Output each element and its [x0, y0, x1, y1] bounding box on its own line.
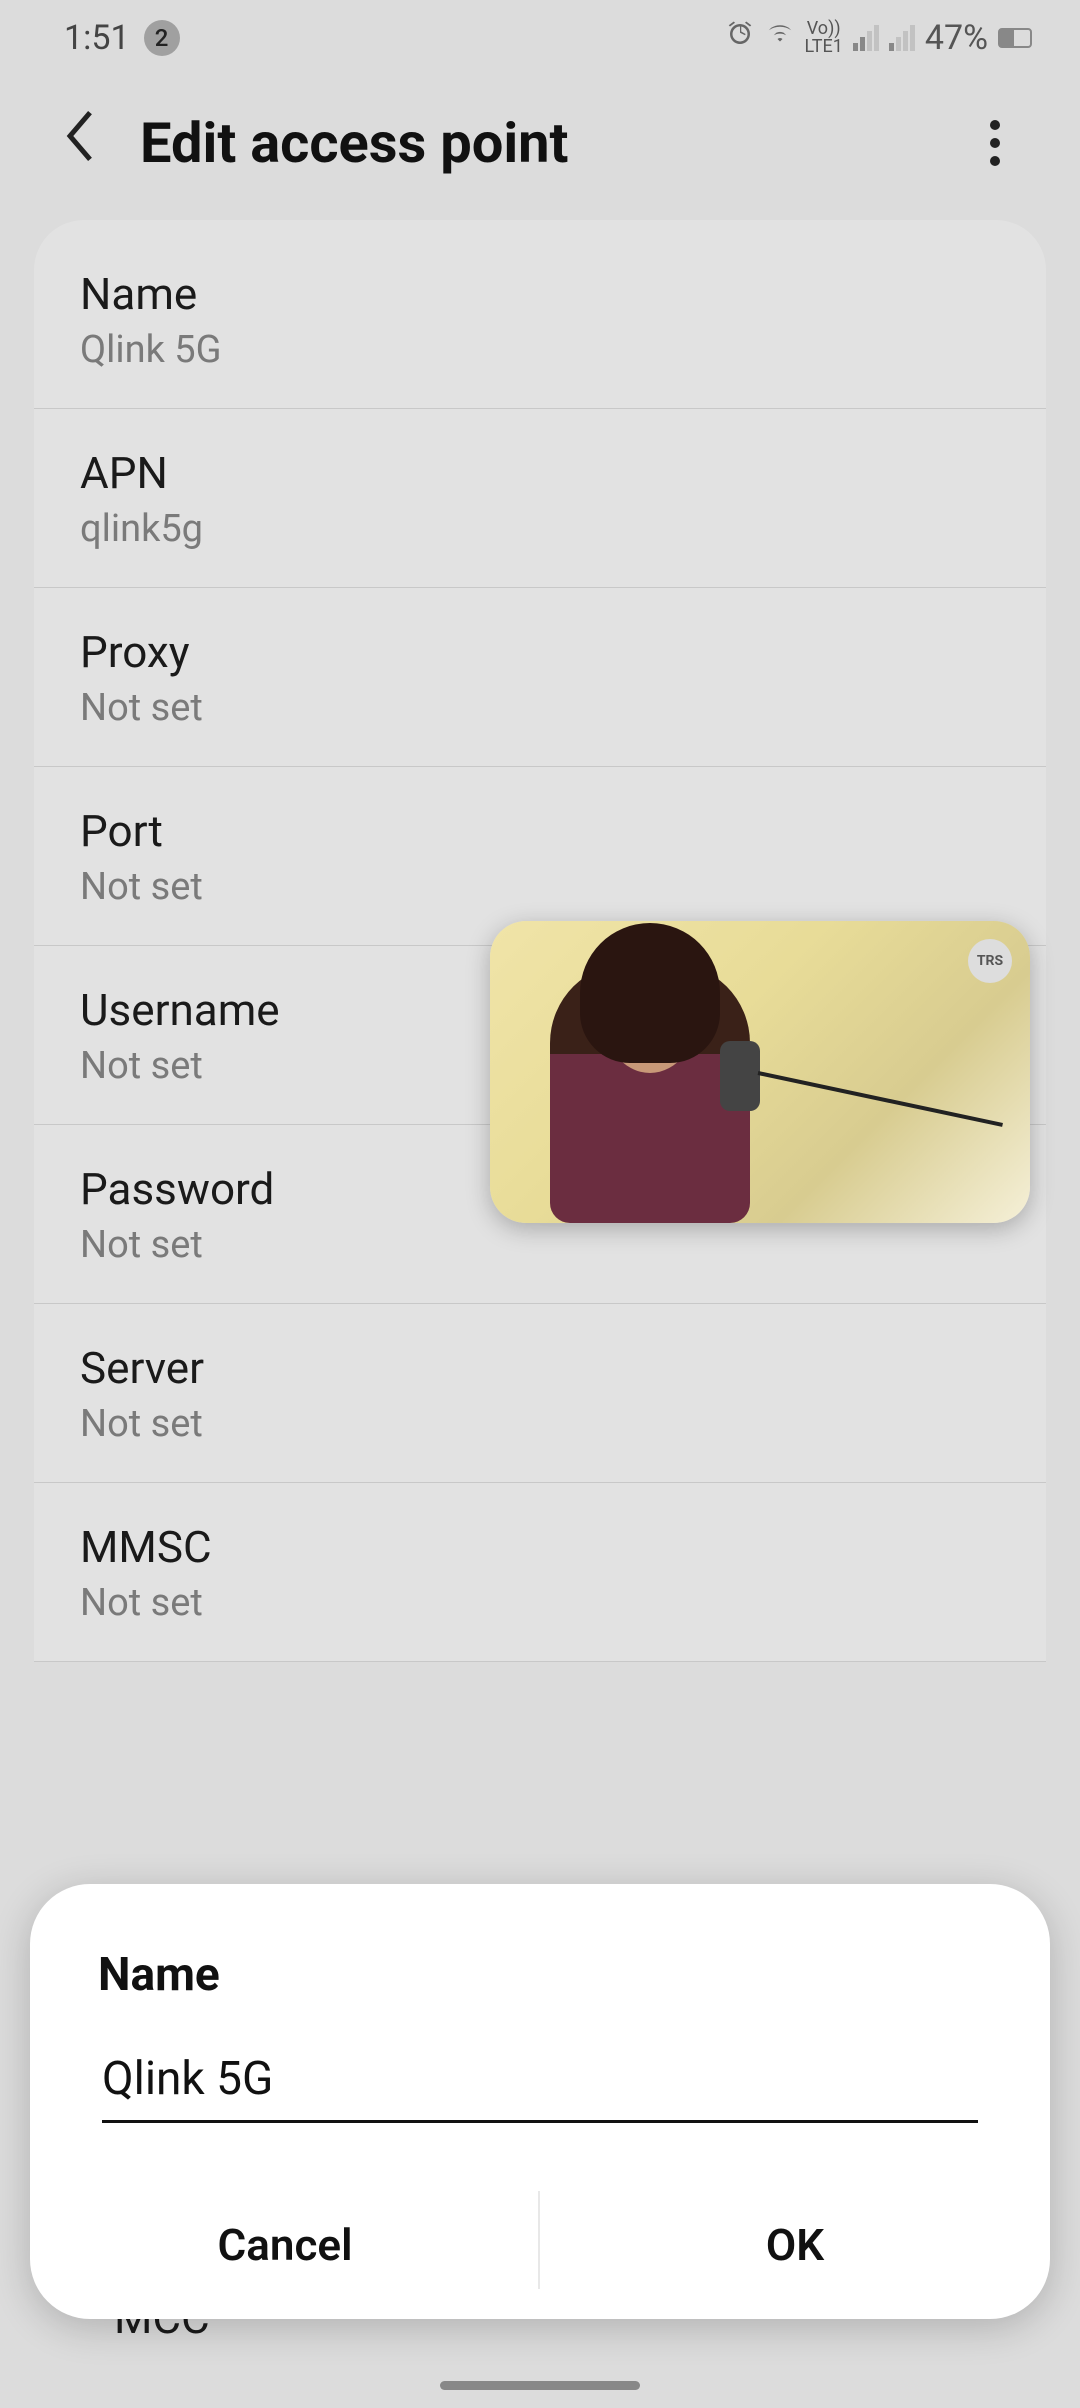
gesture-nav-bar[interactable] — [440, 2381, 640, 2390]
setting-value: Qlink 5G — [80, 328, 1000, 372]
setting-mmsc[interactable]: MMSC Not set — [34, 1483, 1046, 1662]
dialog-title: Name — [98, 1948, 990, 2002]
pip-channel-badge: TRS — [968, 939, 1012, 983]
battery-icon — [998, 28, 1032, 48]
setting-value: Not set — [80, 865, 1000, 909]
setting-label: Proxy — [80, 626, 1000, 678]
battery-percentage: 47% — [925, 18, 988, 58]
signal-icon — [853, 25, 879, 51]
ok-button[interactable]: OK — [540, 2181, 1050, 2319]
status-bar: 1:51 2 Vo)) LTE1 47% — [0, 0, 1080, 76]
setting-label: Port — [80, 805, 1000, 857]
setting-proxy[interactable]: Proxy Not set — [34, 588, 1046, 767]
setting-value: Not set — [80, 1223, 1000, 1267]
pip-video-window[interactable]: TRS — [490, 921, 1030, 1223]
setting-apn[interactable]: APN qlink5g — [34, 409, 1046, 588]
setting-name[interactable]: Name Qlink 5G — [34, 220, 1046, 409]
signal-icon-2 — [889, 25, 915, 51]
app-header: Edit access point — [0, 76, 1080, 220]
overflow-menu-icon[interactable] — [990, 120, 1020, 166]
setting-label: MMSC — [80, 1521, 1000, 1573]
page-title: Edit access point — [140, 110, 950, 176]
setting-label: Name — [80, 268, 1000, 320]
wifi-icon — [765, 19, 795, 57]
notification-count-badge: 2 — [144, 20, 180, 56]
setting-port[interactable]: Port Not set — [34, 767, 1046, 946]
edit-name-dialog: Name Cancel OK — [30, 1884, 1050, 2319]
status-time: 1:51 — [64, 18, 130, 58]
cancel-button[interactable]: Cancel — [30, 2181, 540, 2319]
setting-value: qlink5g — [80, 507, 1000, 551]
back-icon[interactable] — [60, 106, 100, 180]
setting-value: Not set — [80, 1402, 1000, 1446]
setting-label: APN — [80, 447, 1000, 499]
setting-server[interactable]: Server Not set — [34, 1304, 1046, 1483]
lte-label: Vo)) LTE1 — [805, 20, 843, 56]
setting-value: Not set — [80, 686, 1000, 730]
setting-value: Not set — [80, 1581, 1000, 1625]
dialog-name-input[interactable] — [102, 2052, 978, 2106]
alarm-icon — [725, 19, 755, 57]
setting-label: Server — [80, 1342, 1000, 1394]
